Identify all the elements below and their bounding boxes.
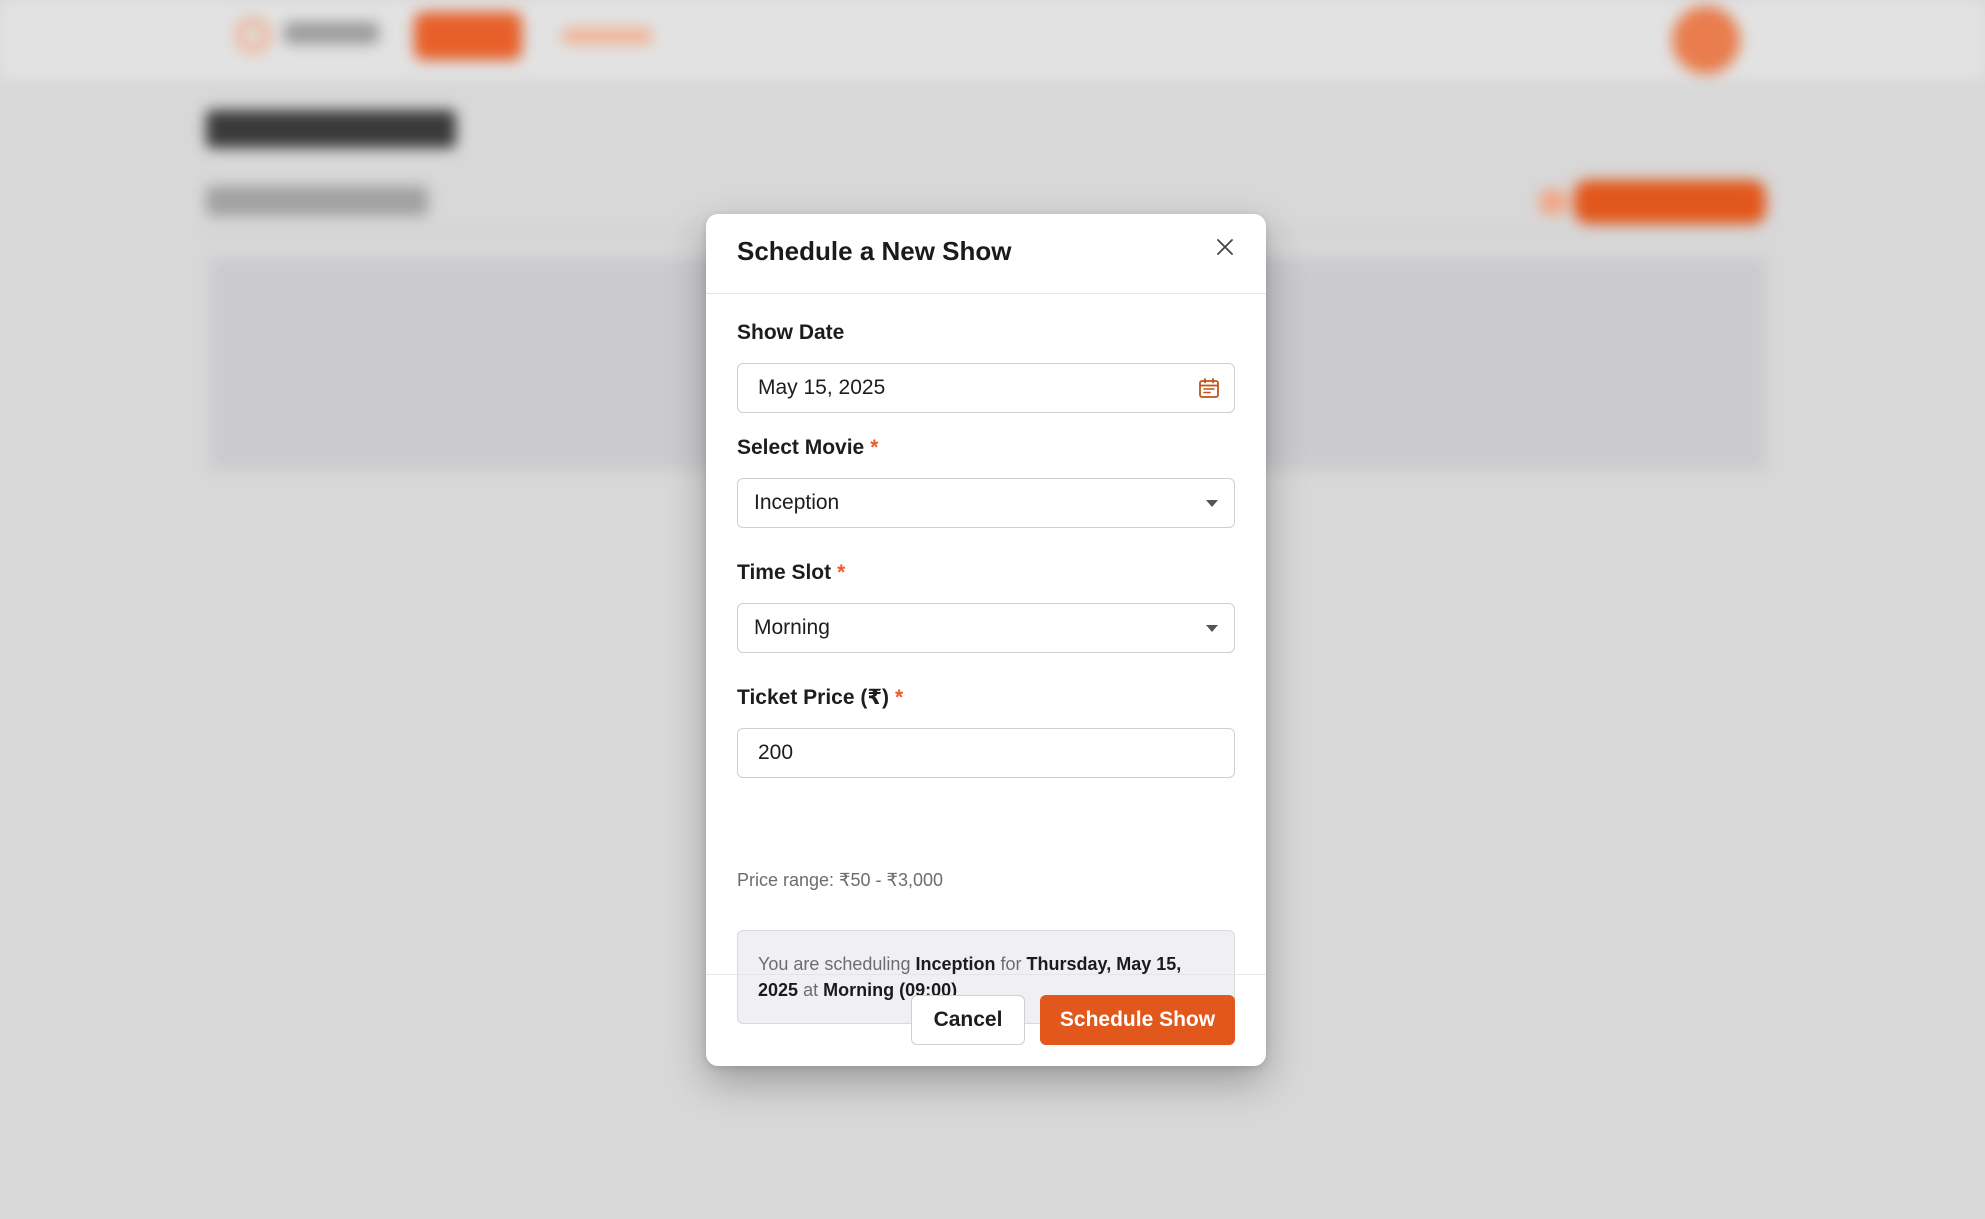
- page-date: [206, 186, 428, 216]
- nav-item: [562, 28, 652, 44]
- time-slot-select-value: Morning: [754, 616, 830, 639]
- required-indicator: *: [870, 436, 879, 459]
- ticket-price-label: Ticket Price (₹) *: [737, 684, 903, 712]
- movie-select[interactable]: Inception: [737, 478, 1235, 528]
- show-date-label: Show Date: [737, 319, 844, 347]
- required-indicator: *: [837, 561, 846, 584]
- ticket-price-input[interactable]: [737, 728, 1235, 778]
- modal-header: Schedule a New Show: [706, 214, 1266, 294]
- schedule-show-modal: Schedule a New Show Show Date Select Mov…: [706, 214, 1266, 1066]
- show-date-input[interactable]: [737, 363, 1235, 413]
- nav-item-active: [414, 12, 522, 60]
- time-slot-label-text: Time Slot: [737, 561, 832, 584]
- avatar: [1672, 6, 1740, 74]
- movie-label-text: Select Movie: [737, 436, 865, 459]
- logo-text: [284, 22, 379, 44]
- required-indicator: *: [894, 686, 904, 709]
- modal-title: Schedule a New Show: [737, 236, 1012, 266]
- close-icon: [1217, 239, 1233, 255]
- schedule-show-button[interactable]: Schedule Show: [1040, 995, 1235, 1045]
- summary-movie: Inception: [915, 954, 996, 974]
- cancel-button[interactable]: Cancel: [911, 995, 1025, 1045]
- modal-footer: Cancel Schedule Show: [706, 974, 1266, 1066]
- time-slot-select[interactable]: Morning: [737, 603, 1235, 653]
- calendar-icon[interactable]: [1198, 377, 1220, 399]
- chevron-down-icon: [1206, 624, 1218, 632]
- summary-prefix: You are scheduling: [758, 954, 911, 974]
- movie-label: Select Movie *: [737, 434, 878, 462]
- show-date-field[interactable]: [758, 376, 1214, 400]
- price-range-help: Price range: ₹50 - ₹3,000: [737, 870, 944, 890]
- movie-select-value: Inception: [754, 491, 840, 514]
- chevron-down-icon: [1206, 499, 1218, 507]
- background-icon: [1540, 190, 1566, 214]
- page-title: [206, 110, 456, 148]
- show-date-label-text: Show Date: [737, 321, 845, 344]
- background-add-button: [1574, 180, 1766, 224]
- time-slot-label: Time Slot *: [737, 559, 845, 587]
- ticket-price-field[interactable]: [758, 741, 1214, 765]
- close-button[interactable]: [1212, 234, 1238, 260]
- logo-icon: [236, 18, 270, 52]
- summary-for: for: [1000, 954, 1022, 974]
- ticket-price-label-text: Ticket Price (₹): [737, 686, 889, 709]
